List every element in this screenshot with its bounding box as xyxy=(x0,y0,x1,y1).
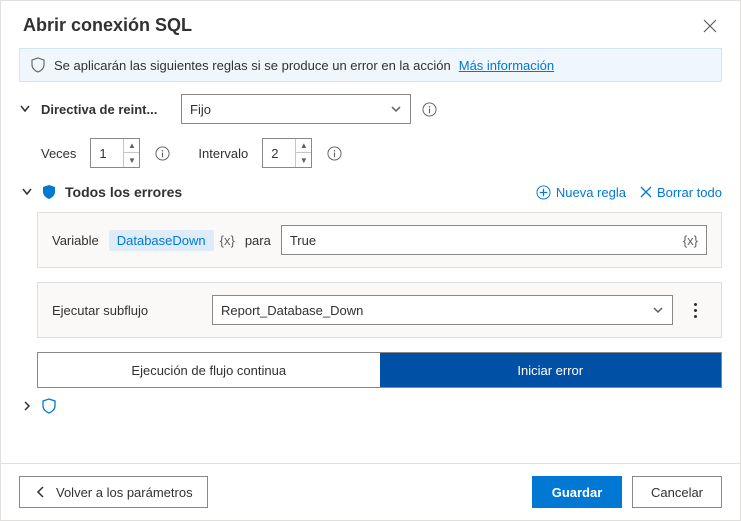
variable-label: Variable xyxy=(52,233,99,248)
info-icon[interactable] xyxy=(421,101,437,117)
shield-icon xyxy=(41,184,57,200)
clear-all-button[interactable]: Borrar todo xyxy=(640,185,722,200)
subflow-value: Report_Database_Down xyxy=(221,303,363,318)
retry-policy-value: Fijo xyxy=(190,102,211,117)
para-label: para xyxy=(245,233,271,248)
close-icon xyxy=(703,19,717,33)
subflow-label: Ejecutar subflujo xyxy=(52,303,202,318)
chevron-down-icon xyxy=(652,304,664,316)
interval-group: Intervalo 2 ▲ ▼ xyxy=(198,138,342,168)
shield-icon xyxy=(30,57,46,73)
back-label: Volver a los parámetros xyxy=(56,485,193,500)
dialog-footer: Volver a los parámetros Guardar Cancelar xyxy=(1,463,740,520)
value-text: True xyxy=(290,233,316,248)
close-button[interactable] xyxy=(700,16,720,36)
spinner-up[interactable]: ▲ xyxy=(296,139,311,153)
dialog-title: Abrir conexión SQL xyxy=(23,15,192,36)
errors-section-head: Todos los errores Nueva regla Borrar tod… xyxy=(19,184,722,200)
times-label: Veces xyxy=(41,146,76,161)
times-group: Veces 1 ▲ ▼ xyxy=(41,138,170,168)
dialog-header: Abrir conexión SQL xyxy=(1,1,740,48)
retry-policy-select[interactable]: Fijo xyxy=(181,94,411,124)
retry-counts-row: Veces 1 ▲ ▼ Intervalo 2 ▲ xyxy=(19,138,722,168)
variable-slot[interactable]: DatabaseDown {x} xyxy=(109,230,235,251)
rule-menu-button[interactable] xyxy=(683,303,707,318)
retry-policy-row: Directiva de reint... Fijo xyxy=(19,94,722,124)
errors-title: Todos los errores xyxy=(65,184,182,200)
new-rule-label: Nueva regla xyxy=(556,185,626,200)
fx-icon: {x} xyxy=(220,233,235,248)
info-icon[interactable] xyxy=(326,145,342,161)
shield-icon xyxy=(41,398,57,414)
fx-icon[interactable]: {x} xyxy=(683,233,698,248)
dots-icon xyxy=(694,303,697,306)
back-button[interactable]: Volver a los parámetros xyxy=(19,476,208,508)
times-value: 1 xyxy=(91,146,123,161)
clear-all-label: Borrar todo xyxy=(657,185,722,200)
interval-label: Intervalo xyxy=(198,146,248,161)
save-button[interactable]: Guardar xyxy=(532,476,622,508)
spinner-down[interactable]: ▼ xyxy=(124,153,139,167)
close-icon xyxy=(640,186,652,198)
interval-input[interactable]: 2 ▲ ▼ xyxy=(262,138,312,168)
info-bar: Se aplicarán las siguientes reglas si se… xyxy=(19,48,722,82)
spinner-down[interactable]: ▼ xyxy=(296,153,311,167)
flow-mode-toggle: Ejecución de flujo continua Iniciar erro… xyxy=(37,352,722,388)
cancel-button[interactable]: Cancelar xyxy=(632,476,722,508)
continue-flow-button[interactable]: Ejecución de flujo continua xyxy=(38,353,380,387)
spinner-up[interactable]: ▲ xyxy=(124,139,139,153)
times-input[interactable]: 1 ▲ ▼ xyxy=(90,138,140,168)
dialog: Abrir conexión SQL Se aplicarán las sigu… xyxy=(0,0,741,521)
dialog-body: Directiva de reint... Fijo Veces 1 ▲ ▼ xyxy=(1,94,740,463)
chevron-down-icon[interactable] xyxy=(19,103,31,115)
rule-card-subflow: Ejecutar subflujo Report_Database_Down xyxy=(37,282,722,338)
chevron-down-icon[interactable] xyxy=(21,186,33,198)
interval-value: 2 xyxy=(263,146,295,161)
value-input[interactable]: True {x} xyxy=(281,225,707,255)
arrow-left-icon xyxy=(34,485,48,499)
retry-policy-label: Directiva de reint... xyxy=(41,102,171,117)
info-icon[interactable] xyxy=(154,145,170,161)
next-section-collapsed[interactable] xyxy=(19,398,722,414)
rule-card-variable: Variable DatabaseDown {x} para True {x} xyxy=(37,212,722,268)
throw-error-button[interactable]: Iniciar error xyxy=(380,353,722,387)
plus-circle-icon xyxy=(536,185,551,200)
info-text: Se aplicarán las siguientes reglas si se… xyxy=(54,58,451,73)
interval-spinner: ▲ ▼ xyxy=(295,139,311,167)
times-spinner: ▲ ▼ xyxy=(123,139,139,167)
info-link[interactable]: Más información xyxy=(459,58,554,73)
chevron-right-icon xyxy=(21,400,33,412)
subflow-select[interactable]: Report_Database_Down xyxy=(212,295,673,325)
variable-chip: DatabaseDown xyxy=(109,230,214,251)
chevron-down-icon xyxy=(390,103,402,115)
new-rule-button[interactable]: Nueva regla xyxy=(536,185,626,200)
